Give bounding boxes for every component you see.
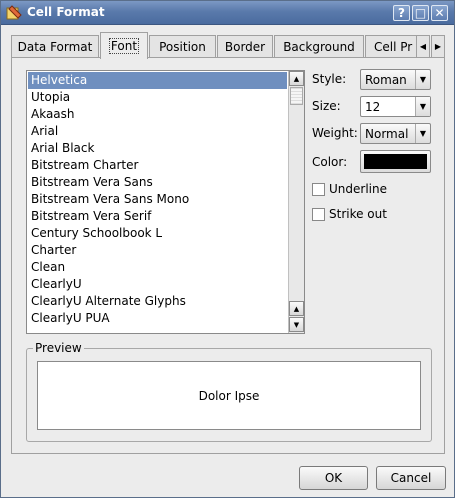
list-item[interactable]: Akaash — [28, 106, 287, 123]
chevron-down-icon: ▼ — [415, 97, 430, 116]
strikeout-checkbox[interactable] — [312, 208, 325, 221]
scroll-down-button[interactable]: ▼ — [289, 317, 304, 332]
scroll-up-button[interactable]: ▲ — [289, 71, 304, 86]
arrow-left-icon: ◀ — [419, 42, 427, 51]
color-label: Color: — [312, 155, 348, 169]
list-item[interactable]: Charter — [28, 242, 287, 259]
tab-position[interactable]: Position — [149, 35, 216, 58]
cancel-label: Cancel — [390, 471, 432, 485]
size-value: 12 — [365, 100, 381, 114]
arrow-up-icon: ▲ — [293, 74, 300, 83]
list-item[interactable]: Century Schoolbook L — [28, 225, 287, 242]
tab-cell-protection[interactable]: Cell Pr — [365, 35, 423, 58]
tab-font[interactable]: Font — [100, 32, 148, 59]
underline-checkbox[interactable] — [312, 183, 325, 196]
list-item[interactable]: Arial Black — [28, 140, 287, 157]
scrollbar-thumb[interactable] — [290, 87, 303, 105]
font-tab-panel: Helvetica Utopia Akaash Arial Arial Blac… — [11, 57, 445, 454]
tab-background[interactable]: Background — [274, 35, 364, 58]
tab-label: Border — [224, 40, 266, 54]
chevron-down-icon: ▼ — [415, 70, 430, 89]
color-swatch — [364, 154, 427, 169]
scroll-up-button-lower[interactable]: ▲ — [289, 301, 304, 316]
tab-bar: Data Format Font Position Border Backgro… — [11, 32, 445, 59]
tab-label: Background — [283, 40, 355, 54]
ok-button[interactable]: OK — [299, 466, 368, 490]
weight-value: Normal — [365, 127, 409, 141]
list-item[interactable]: Bitstream Charter — [28, 157, 287, 174]
title-bar[interactable]: Cell Format ? □ ✕ — [1, 1, 454, 25]
tab-label: Font — [108, 38, 140, 54]
cell-format-dialog: Cell Format ? □ ✕ Data Format Font Posit… — [0, 0, 455, 498]
color-picker-button[interactable] — [360, 150, 431, 173]
size-select[interactable]: 12 ▼ — [360, 96, 431, 117]
tab-scroll-right-button[interactable]: ▶ — [431, 35, 445, 58]
arrow-up-icon: ▲ — [293, 304, 300, 313]
preview-title: Preview — [33, 341, 84, 355]
maximize-button[interactable]: □ — [412, 5, 429, 21]
list-item[interactable]: Clean — [28, 259, 287, 276]
tab-label: Position — [159, 40, 206, 54]
tab-border[interactable]: Border — [217, 35, 273, 58]
cancel-button[interactable]: Cancel — [376, 466, 446, 490]
list-item[interactable]: ClearlyU Alternate Glyphs — [28, 293, 287, 310]
style-value: Roman — [365, 73, 407, 87]
list-item[interactable]: Bitstream Vera Sans Mono — [28, 191, 287, 208]
underline-label: Underline — [329, 182, 387, 196]
arrow-right-icon: ▶ — [434, 42, 442, 51]
preview-group: Preview Dolor Ipse — [26, 341, 432, 442]
weight-select[interactable]: Normal ▼ — [360, 123, 431, 144]
list-item[interactable]: ClearlyU PUA — [28, 310, 287, 327]
list-item[interactable]: Bitstream Vera Sans — [28, 174, 287, 191]
tab-label: Data Format — [17, 40, 93, 54]
list-item[interactable]: Utopia — [28, 89, 287, 106]
window-title: Cell Format — [27, 5, 105, 19]
font-family-list[interactable]: Helvetica Utopia Akaash Arial Arial Blac… — [26, 70, 305, 334]
size-label: Size: — [312, 99, 341, 113]
help-button[interactable]: ? — [393, 5, 410, 21]
list-item[interactable]: ClearlyU — [28, 276, 287, 293]
list-item[interactable]: Arial — [28, 123, 287, 140]
preview-box: Dolor Ipse — [37, 361, 421, 430]
chevron-down-icon: ▼ — [415, 124, 430, 143]
tab-scroll-left-button[interactable]: ◀ — [416, 35, 430, 58]
tab-label: Cell Pr — [374, 40, 413, 54]
app-icon — [6, 5, 22, 20]
arrow-down-icon: ▼ — [293, 320, 300, 329]
style-select[interactable]: Roman ▼ — [360, 69, 431, 90]
list-item[interactable]: Bitstream Vera Serif — [28, 208, 287, 225]
list-item[interactable]: Helvetica — [28, 72, 287, 89]
tab-data-format[interactable]: Data Format — [11, 35, 99, 58]
vertical-scrollbar[interactable]: ▲ ▲ ▼ — [288, 71, 304, 333]
preview-sample-text: Dolor Ipse — [198, 388, 260, 403]
weight-label: Weight: — [312, 126, 358, 140]
ok-label: OK — [324, 471, 343, 485]
close-button[interactable]: ✕ — [431, 5, 448, 21]
strikeout-label: Strike out — [329, 207, 387, 221]
style-label: Style: — [312, 72, 347, 86]
